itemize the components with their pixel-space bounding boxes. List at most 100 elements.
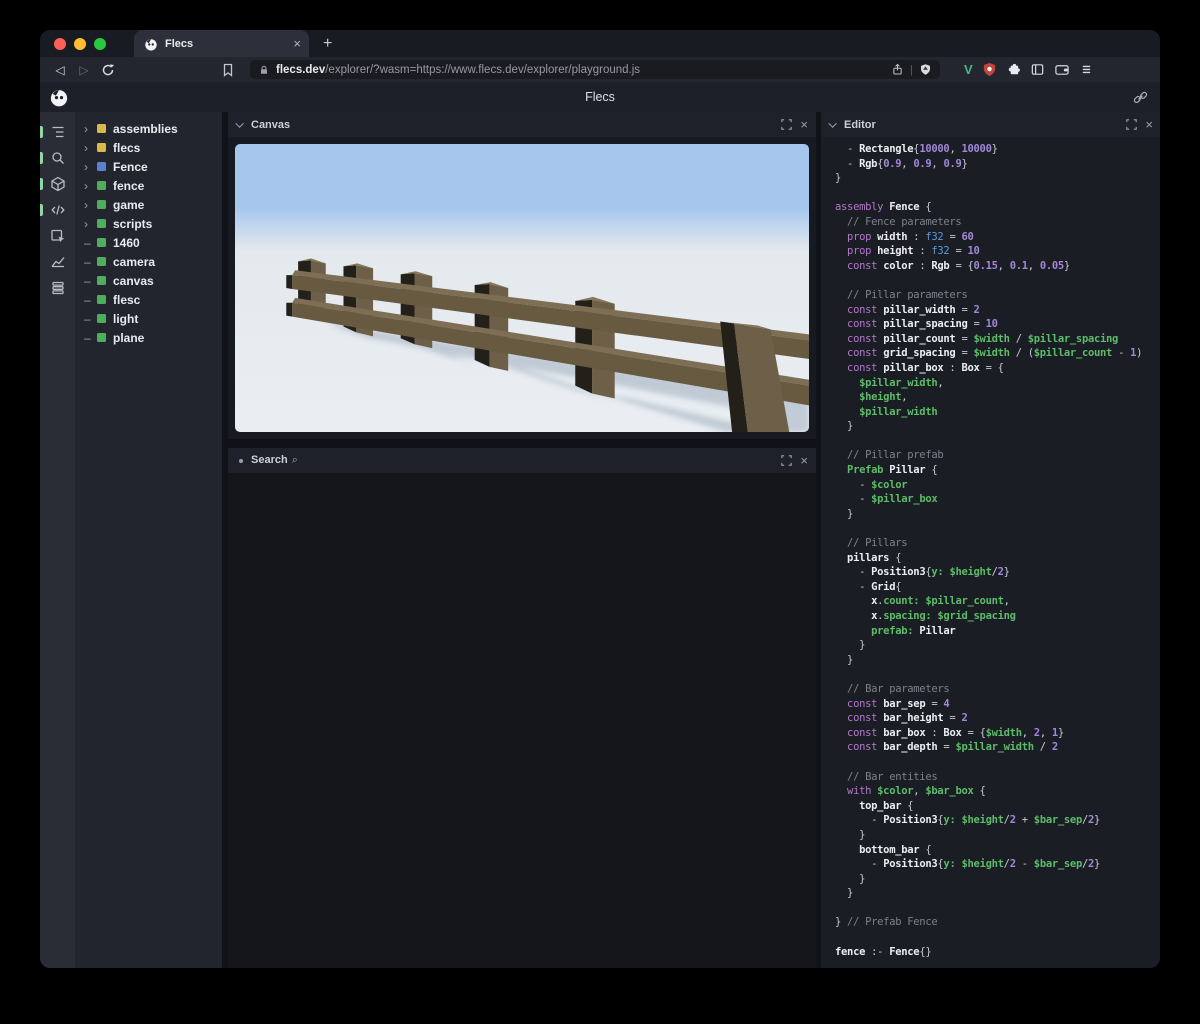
search-panel-body[interactable]	[228, 473, 816, 968]
sidebar-item-outliner[interactable]	[40, 119, 75, 145]
code-line[interactable]	[835, 435, 1160, 450]
tree-item-game[interactable]: › game	[84, 195, 222, 214]
menu-icon[interactable]	[1079, 62, 1094, 77]
tree-item-Fence[interactable]: › Fence	[84, 157, 222, 176]
code-line[interactable]	[835, 522, 1160, 537]
code-line[interactable]	[835, 931, 1160, 946]
code-line[interactable]	[835, 756, 1160, 771]
tree-item-1460[interactable]: – 1460	[84, 233, 222, 252]
code-line[interactable]: - Grid{	[835, 581, 1160, 596]
editor-panel-header[interactable]: Editor ×	[821, 112, 1160, 137]
code-line[interactable]: prefab: Pillar	[835, 625, 1160, 640]
expand-icon[interactable]	[781, 119, 793, 130]
code-line[interactable]: - $pillar_box	[835, 493, 1160, 508]
shield-icon[interactable]	[919, 63, 932, 76]
reload-button[interactable]	[96, 62, 120, 78]
code-line[interactable]	[835, 902, 1160, 917]
code-line[interactable]: bottom_bar {	[835, 844, 1160, 859]
new-tab-button[interactable]: +	[323, 35, 332, 53]
code-line[interactable]: }	[835, 639, 1160, 654]
sidebar-item-script[interactable]	[40, 197, 75, 223]
code-line[interactable]: - $color	[835, 479, 1160, 494]
expand-chevron-icon[interactable]: ›	[84, 217, 97, 231]
code-line[interactable]: } // Prefab Fence	[835, 916, 1160, 931]
code-line[interactable]: }	[835, 829, 1160, 844]
chevron-down-icon[interactable]	[828, 118, 837, 128]
code-line[interactable]: const pillar_spacing = 10	[835, 318, 1160, 333]
search-panel-header[interactable]: Search ⌕ ×	[228, 448, 816, 473]
code-line[interactable]: prop height : f32 = 10	[835, 245, 1160, 260]
code-line[interactable]: assembly Fence {	[835, 201, 1160, 216]
close-icon[interactable]: ×	[1145, 118, 1153, 131]
close-window-button[interactable]	[54, 37, 66, 50]
code-line[interactable]: pillars {	[835, 552, 1160, 567]
canvas-3d-view[interactable]	[235, 144, 809, 432]
close-icon[interactable]: ×	[800, 118, 808, 131]
code-line[interactable]: // Pillar parameters	[835, 289, 1160, 304]
tree-item-plane[interactable]: – plane	[84, 328, 222, 347]
code-line[interactable]: }	[835, 172, 1160, 187]
url-bar[interactable]: flecs.dev/explorer/?wasm=https://www.fle…	[250, 60, 940, 79]
canvas-panel-header[interactable]: Canvas ×	[228, 112, 816, 137]
code-line[interactable]: x.count: $pillar_count,	[835, 595, 1160, 610]
code-line[interactable]: }	[835, 873, 1160, 888]
share-link-icon[interactable]	[1133, 90, 1148, 105]
code-line[interactable]: - Position3{y: $height/2 - $bar_sep/2}	[835, 858, 1160, 873]
code-line[interactable]: top_bar {	[835, 800, 1160, 815]
sidebar-toggle-icon[interactable]	[1030, 62, 1045, 77]
code-line[interactable]: const pillar_box : Box = {	[835, 362, 1160, 377]
code-line[interactable]: - Position3{y: $height/2 + $bar_sep/2}	[835, 814, 1160, 829]
tab-flecs[interactable]: Flecs ×	[134, 30, 309, 57]
back-button[interactable]: ◁	[48, 63, 72, 77]
code-line[interactable]: const pillar_count = $width / $pillar_sp…	[835, 333, 1160, 348]
code-line[interactable]: }	[835, 508, 1160, 523]
code-line[interactable]: const pillar_width = 2	[835, 304, 1160, 319]
tree-item-flesc[interactable]: – flesc	[84, 290, 222, 309]
code-line[interactable]: // Pillar prefab	[835, 449, 1160, 464]
code-line[interactable]: $pillar_width,	[835, 377, 1160, 392]
code-line[interactable]: - Rgb{0.9, 0.9, 0.9}	[835, 158, 1160, 173]
collapsed-dot-icon[interactable]	[239, 458, 243, 463]
expand-icon[interactable]	[781, 455, 793, 466]
code-line[interactable]: fence :- Fence{}	[835, 946, 1160, 961]
code-line[interactable]: // Bar entities	[835, 771, 1160, 786]
code-line[interactable]: const grid_spacing = $width / ($pillar_c…	[835, 347, 1160, 362]
bookmark-sidebar-button[interactable]	[216, 62, 240, 78]
close-icon[interactable]: ×	[800, 454, 808, 467]
sidebar-item-queries[interactable]	[40, 275, 75, 301]
sidebar-item-inspector[interactable]	[40, 223, 75, 249]
url-text[interactable]: flecs.dev/explorer/?wasm=https://www.fle…	[276, 64, 891, 76]
code-line[interactable]	[835, 274, 1160, 289]
sidebar-item-entities[interactable]	[40, 171, 75, 197]
code-line[interactable]: $height,	[835, 391, 1160, 406]
tree-item-camera[interactable]: – camera	[84, 252, 222, 271]
sidebar-item-statistics[interactable]	[40, 249, 75, 275]
share-icon[interactable]	[891, 63, 904, 76]
code-line[interactable]: }	[835, 654, 1160, 669]
adblock-extension-icon[interactable]	[982, 62, 997, 77]
minimize-window-button[interactable]	[74, 37, 86, 50]
maximize-window-button[interactable]	[94, 37, 106, 50]
code-line[interactable]: - Position3{y: $height/2}	[835, 566, 1160, 581]
forward-button[interactable]: ▷	[72, 63, 96, 77]
code-line[interactable]: // Fence parameters	[835, 216, 1160, 231]
code-line[interactable]: // Pillars	[835, 537, 1160, 552]
code-line[interactable]: const bar_box : Box = {$width, 2, 1}	[835, 727, 1160, 742]
code-line[interactable]: }	[835, 420, 1160, 435]
tree-item-fence[interactable]: › fence	[84, 176, 222, 195]
tree-item-scripts[interactable]: › scripts	[84, 214, 222, 233]
expand-icon[interactable]	[1126, 119, 1138, 130]
code-line[interactable]: const bar_height = 2	[835, 712, 1160, 727]
wallet-icon[interactable]	[1054, 62, 1070, 77]
code-line[interactable]: }	[835, 887, 1160, 902]
vue-devtools-icon[interactable]: V	[964, 62, 973, 77]
editor-code[interactable]: - Rectangle{10000, 10000} - Rgb{0.9, 0.9…	[821, 137, 1160, 968]
code-line[interactable]: // Bar parameters	[835, 683, 1160, 698]
code-line[interactable]: const color : Rgb = {0.15, 0.1, 0.05}	[835, 260, 1160, 275]
tab-close-icon[interactable]: ×	[293, 36, 301, 51]
code-line[interactable]	[835, 668, 1160, 683]
code-line[interactable]: Prefab Pillar {	[835, 464, 1160, 479]
tree-item-assemblies[interactable]: › assemblies	[84, 119, 222, 138]
code-line[interactable]: with $color, $bar_box {	[835, 785, 1160, 800]
code-line[interactable]: prop width : f32 = 60	[835, 231, 1160, 246]
